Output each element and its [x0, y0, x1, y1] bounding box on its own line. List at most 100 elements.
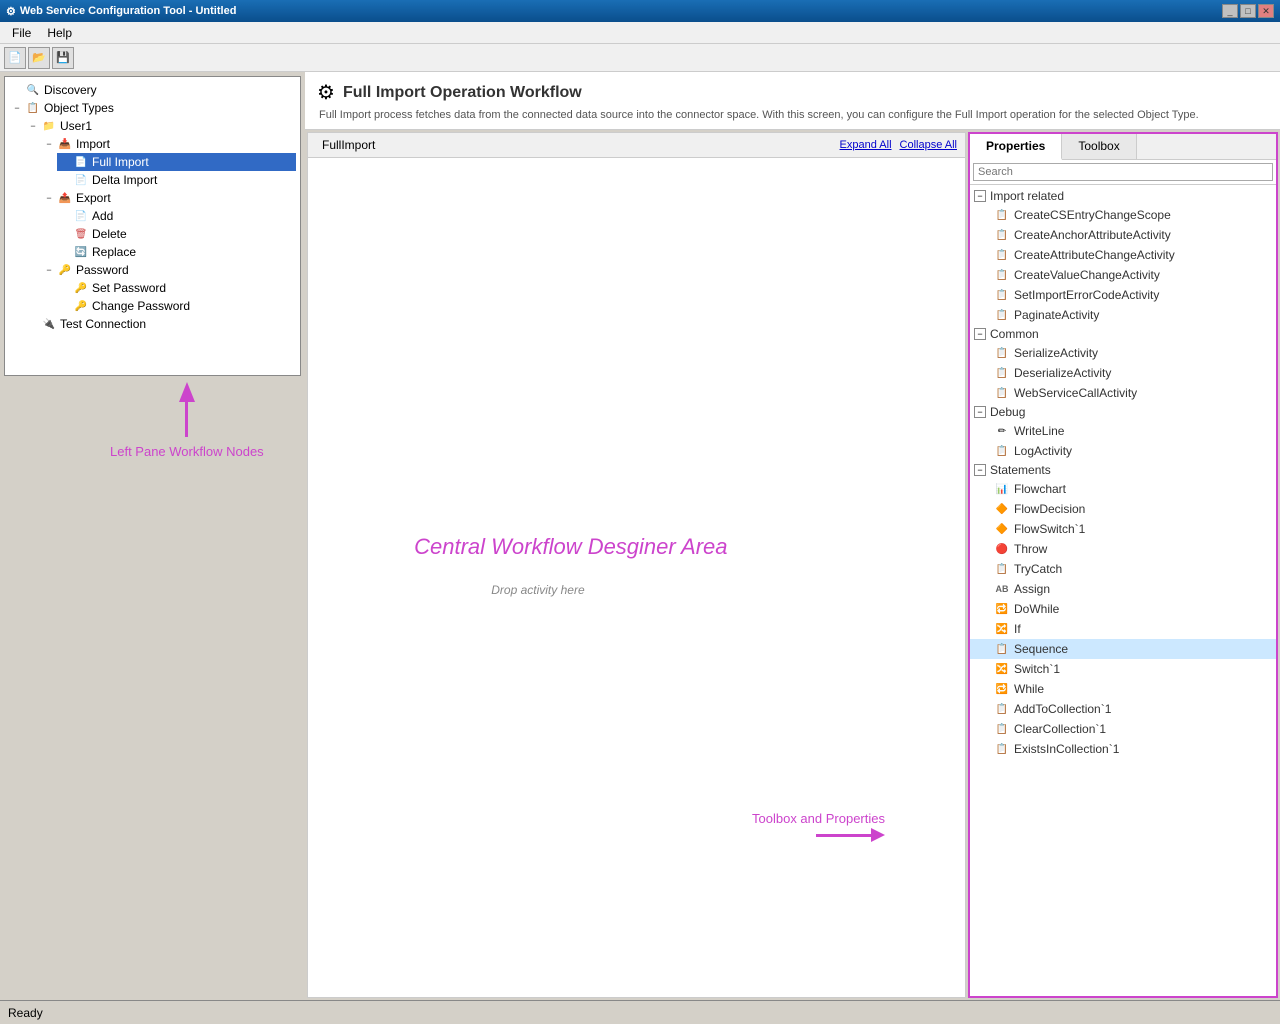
- workflow-description: Full Import process fetches data from th…: [317, 109, 1268, 121]
- expander-common[interactable]: −: [974, 328, 986, 340]
- item-LogActivity[interactable]: 📋 LogActivity: [970, 441, 1276, 461]
- menu-help[interactable]: Help: [39, 24, 80, 42]
- expander-statements[interactable]: −: [974, 464, 986, 476]
- label-delete: Delete: [92, 227, 127, 241]
- app-icon: ⚙: [6, 5, 16, 18]
- tab-properties[interactable]: Properties: [970, 134, 1062, 160]
- item-Assign[interactable]: AB Assign: [970, 579, 1276, 599]
- save-button[interactable]: 💾: [52, 47, 74, 69]
- item-CreateAttributeChangeActivity[interactable]: 📋 CreateAttributeChangeActivity: [970, 245, 1276, 265]
- expander-add[interactable]: [57, 208, 73, 224]
- item-AddToCollection[interactable]: 📋 AddToCollection`1: [970, 699, 1276, 719]
- expander-password[interactable]: −: [41, 262, 57, 278]
- tree-item-delta-import[interactable]: 📄 Delta Import: [57, 171, 296, 189]
- open-button[interactable]: 📂: [28, 47, 50, 69]
- item-DoWhile[interactable]: 🔁 DoWhile: [970, 599, 1276, 619]
- item-SetImportErrorCodeActivity[interactable]: 📋 SetImportErrorCodeActivity: [970, 285, 1276, 305]
- label-Assign: Assign: [1014, 582, 1050, 596]
- item-WebServiceCallActivity[interactable]: 📋 WebServiceCallActivity: [970, 383, 1276, 403]
- designer-area: FullImport Expand All Collapse All Centr…: [307, 132, 966, 998]
- icon-set-password: 🔑: [73, 280, 89, 296]
- item-SerializeActivity[interactable]: 📋 SerializeActivity: [970, 343, 1276, 363]
- item-While[interactable]: 🔁 While: [970, 679, 1276, 699]
- label-FlowSwitch: FlowSwitch`1: [1014, 522, 1085, 536]
- item-PaginateActivity[interactable]: 📋 PaginateActivity: [970, 305, 1276, 325]
- item-FlowDecision[interactable]: 🔶 FlowDecision: [970, 499, 1276, 519]
- designer-canvas[interactable]: Central Workflow Desginer Area Drop acti…: [308, 158, 965, 998]
- expander-set-password[interactable]: [57, 280, 73, 296]
- annotation-label: Left Pane Workflow Nodes: [110, 443, 264, 461]
- icon-change-password: 🔑: [73, 298, 89, 314]
- item-Sequence[interactable]: 📋 Sequence: [970, 639, 1276, 659]
- expander-debug[interactable]: −: [974, 406, 986, 418]
- tree-item-replace[interactable]: 🔄 Replace: [57, 243, 296, 261]
- expand-all-button[interactable]: Expand All: [840, 139, 892, 151]
- expander-export[interactable]: −: [41, 190, 57, 206]
- tree-item-user1[interactable]: − 📁 User1: [25, 117, 296, 135]
- item-CreateAnchorAttributeActivity[interactable]: 📋 CreateAnchorAttributeActivity: [970, 225, 1276, 245]
- minimize-button[interactable]: _: [1222, 4, 1238, 18]
- expander-change-password[interactable]: [57, 298, 73, 314]
- search-input[interactable]: [973, 163, 1273, 181]
- expander-import-related[interactable]: −: [974, 190, 986, 202]
- tree-item-password[interactable]: − 🔑 Password: [41, 261, 296, 279]
- group-common[interactable]: − Common: [970, 325, 1276, 343]
- tree-item-test-connection[interactable]: 🔌 Test Connection: [25, 315, 296, 333]
- item-TryCatch[interactable]: 📋 TryCatch: [970, 559, 1276, 579]
- icon-Flowchart: 📊: [994, 481, 1010, 497]
- expander-delete[interactable]: [57, 226, 73, 242]
- label-common: Common: [990, 327, 1039, 341]
- collapse-all-button[interactable]: Collapse All: [900, 139, 957, 151]
- tree-item-object-types[interactable]: − 📋 Object Types: [9, 99, 296, 117]
- expander-delta-import[interactable]: [57, 172, 73, 188]
- item-CreateCSEntryChangeScope[interactable]: 📋 CreateCSEntryChangeScope: [970, 205, 1276, 225]
- icon-FlowSwitch: 🔶: [994, 521, 1010, 537]
- item-Throw[interactable]: 🔴 Throw: [970, 539, 1276, 559]
- new-button[interactable]: 📄: [4, 47, 26, 69]
- tree-item-delete[interactable]: 🗑 Delete: [57, 225, 296, 243]
- item-CreateValueChangeActivity[interactable]: 📋 CreateValueChangeActivity: [970, 265, 1276, 285]
- icon-discovery: 🔍: [25, 82, 41, 98]
- menu-file[interactable]: File: [4, 24, 39, 42]
- expander-object-types[interactable]: −: [9, 100, 25, 116]
- label-set-password: Set Password: [92, 281, 166, 295]
- icon-DoWhile: 🔁: [994, 601, 1010, 617]
- expander-user1[interactable]: −: [25, 118, 41, 134]
- label-Throw: Throw: [1014, 542, 1047, 556]
- tab-toolbox[interactable]: Toolbox: [1062, 134, 1136, 159]
- tree-item-set-password[interactable]: 🔑 Set Password: [57, 279, 296, 297]
- title-bar: ⚙ Web Service Configuration Tool - Untit…: [0, 0, 1280, 22]
- toolbox-annotation-container: Toolbox and Properties: [752, 811, 885, 842]
- expander-discovery[interactable]: [9, 82, 25, 98]
- item-FlowSwitch[interactable]: 🔶 FlowSwitch`1: [970, 519, 1276, 539]
- expander-replace[interactable]: [57, 244, 73, 260]
- label-object-types: Object Types: [44, 101, 114, 115]
- tree-item-full-import[interactable]: 📄 Full Import: [57, 153, 296, 171]
- item-Switch[interactable]: 🔀 Switch`1: [970, 659, 1276, 679]
- left-pane: 🔍 Discovery − 📋 Object Types − 📁 User1 −…: [0, 72, 305, 1000]
- expander-full-import[interactable]: [57, 154, 73, 170]
- tree-item-add[interactable]: 📄 Add: [57, 207, 296, 225]
- label-AddToCollection: AddToCollection`1: [1014, 702, 1111, 716]
- tree-item-export[interactable]: − 📤 Export: [41, 189, 296, 207]
- group-debug[interactable]: − Debug: [970, 403, 1276, 421]
- close-button[interactable]: ✕: [1258, 4, 1274, 18]
- item-ExistsInCollection[interactable]: 📋 ExistsInCollection`1: [970, 739, 1276, 759]
- group-import-related[interactable]: − Import related: [970, 187, 1276, 205]
- tree-item-change-password[interactable]: 🔑 Change Password: [57, 297, 296, 315]
- tree-item-import[interactable]: − 📥 Import: [41, 135, 296, 153]
- item-DeserializeActivity[interactable]: 📋 DeserializeActivity: [970, 363, 1276, 383]
- icon-WebServiceCallActivity: 📋: [994, 385, 1010, 401]
- maximize-button[interactable]: □: [1240, 4, 1256, 18]
- icon-While: 🔁: [994, 681, 1010, 697]
- item-WriteLine[interactable]: ✏ WriteLine: [970, 421, 1276, 441]
- item-ClearCollection[interactable]: 📋 ClearCollection`1: [970, 719, 1276, 739]
- designer-tab-fullimport: FullImport: [316, 136, 381, 154]
- group-statements[interactable]: − Statements: [970, 461, 1276, 479]
- expander-test-connection[interactable]: [25, 316, 41, 332]
- item-If[interactable]: 🔀 If: [970, 619, 1276, 639]
- label-Sequence: Sequence: [1014, 642, 1068, 656]
- item-Flowchart[interactable]: 📊 Flowchart: [970, 479, 1276, 499]
- tree-item-discovery[interactable]: 🔍 Discovery: [9, 81, 296, 99]
- expander-import[interactable]: −: [41, 136, 57, 152]
